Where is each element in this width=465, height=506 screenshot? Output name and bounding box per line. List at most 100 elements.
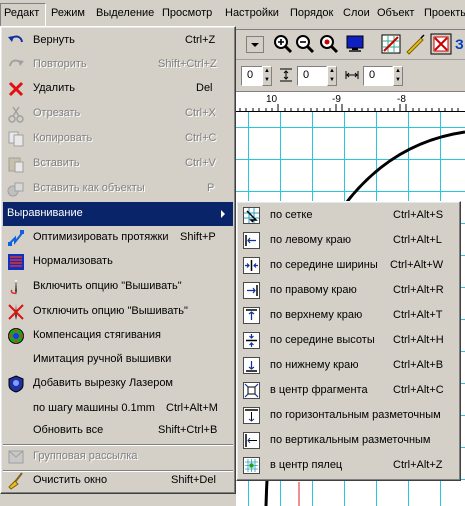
menu-item-label: Имитация ручной вышивки	[33, 353, 172, 365]
menu-item-paste-as-objects[interactable]: Вставить как объекты P	[3, 177, 233, 201]
menu-item-label: Компенсация стягивания	[33, 329, 161, 341]
align-item-center-width[interactable]: по середине ширины Ctrl+Alt+W	[239, 254, 458, 278]
spin-arrows-icon[interactable]: ▲ ▼	[327, 66, 337, 86]
menu-item-shortcut: Ctrl+Alt+M	[166, 402, 218, 414]
menu-object[interactable]: Объект	[377, 7, 414, 19]
menu-item-paste[interactable]: Вставить Ctrl+V	[3, 152, 233, 176]
menu-item-pull-compensation[interactable]: Компенсация стягивания	[3, 324, 233, 348]
menu-item-label: Вставить	[33, 157, 80, 169]
menu-mode[interactable]: Режим	[51, 7, 85, 19]
submenu-arrow-icon	[221, 210, 225, 218]
zoom-out-icon[interactable]	[294, 33, 316, 55]
field-value-2[interactable]: 0	[297, 66, 327, 86]
stitch-grid-icon[interactable]	[380, 33, 402, 55]
align-item-top[interactable]: по верхнему краю Ctrl+Alt+T	[239, 304, 458, 328]
needle-off-icon	[7, 303, 25, 321]
needle-on-icon	[7, 278, 25, 296]
menu-item-clear-window[interactable]: Очистить окно Shift+Del	[3, 469, 233, 493]
menu-settings[interactable]: Настройки	[225, 7, 279, 19]
spin-arrows-icon[interactable]: ▲ ▼	[393, 66, 403, 86]
menu-item-shortcut: Ctrl+V	[185, 157, 216, 169]
align-item-label: в центр фрагмента	[270, 384, 368, 396]
copy-icon	[7, 130, 25, 148]
align-item-label: по правому краю	[270, 284, 357, 296]
menu-item-shortcut: Ctrl+C	[185, 132, 217, 144]
line-spacing-icon	[278, 66, 294, 84]
menu-item-refresh-all[interactable]: Обновить все Shift+Ctrl+B	[3, 419, 233, 443]
ruler-label: -8	[397, 94, 406, 105]
menu-projects[interactable]: Проекты	[424, 7, 465, 19]
broom-icon	[7, 472, 25, 490]
menu-item-shortcut: Shift+P	[180, 231, 216, 243]
menu-item-copy[interactable]: Копировать Ctrl+C	[3, 127, 233, 151]
menu-item-shortcut: Ctrl+Z	[185, 34, 216, 46]
ruler-label: -9	[332, 94, 341, 105]
align-item-fragment-center[interactable]: в центр фрагмента Ctrl+Alt+C	[239, 379, 458, 403]
menu-layers[interactable]: Слои	[343, 7, 370, 19]
pull-compensation-icon	[7, 327, 25, 345]
align-item-shortcut: Ctrl+Alt+S	[393, 209, 444, 221]
menu-item-label: Нормализовать	[33, 255, 113, 267]
cut-icon	[7, 105, 25, 123]
optimize-jumps-icon	[7, 229, 25, 247]
menu-item-normalize[interactable]: Нормализовать	[3, 250, 233, 274]
align-item-label: по середине ширины	[270, 259, 378, 271]
align-item-label: по горизонтальным разметочным	[270, 409, 441, 421]
field-value-3[interactable]: 0	[363, 66, 393, 86]
menu-view[interactable]: Просмотр	[162, 7, 212, 19]
menu-item-cut[interactable]: Отрезать Ctrl+X	[3, 102, 233, 126]
menu-item-delete[interactable]: Удалить Del	[3, 77, 233, 101]
ruler-width-icon	[344, 66, 360, 84]
align-grid-icon	[243, 207, 260, 224]
zoom-fit-icon[interactable]	[318, 33, 340, 55]
align-item-right[interactable]: по правому краю Ctrl+Alt+R	[239, 279, 458, 303]
alignment-submenu: по сетке Ctrl+Alt+S по левому краю Ctrl+…	[236, 201, 461, 481]
menu-item-redo[interactable]: Повторить Shift+Ctrl+Z	[3, 53, 233, 77]
menu-item-shortcut: Ctrl+X	[185, 107, 216, 119]
menu-item-hand-embroidery[interactable]: Имитация ручной вышивки	[3, 348, 233, 372]
monitor-icon[interactable]	[344, 33, 366, 55]
toolbar-overflow-icon[interactable]: З	[454, 33, 465, 55]
menu-arrange[interactable]: Порядок	[290, 7, 333, 19]
menu-item-alignment[interactable]: Выравнивание	[3, 202, 233, 226]
menu-item-laser-cut[interactable]: Добавить вырезку Лазером	[3, 372, 233, 396]
align-item-label: по левому краю	[270, 234, 352, 246]
menu-item-label: Копировать	[33, 132, 93, 144]
zoom-in-icon[interactable]	[272, 33, 294, 55]
align-item-label: по вертикальным разметочным	[270, 434, 431, 446]
menu-item-disable-embroider[interactable]: Отключить опцию "Вышивать"	[3, 300, 233, 324]
align-item-grid[interactable]: по сетке Ctrl+Alt+S	[239, 204, 458, 228]
paste-icon	[7, 155, 25, 173]
menu-item-label: Вставить как объекты	[33, 182, 145, 194]
align-hoop-center-icon	[243, 457, 260, 474]
menu-edit[interactable]: Редакт	[4, 7, 39, 19]
ruler-label: 10	[266, 94, 278, 105]
dropdown-arrow-icon[interactable]	[246, 33, 264, 55]
align-item-bottom[interactable]: по нижнему краю Ctrl+Alt+B	[239, 354, 458, 378]
align-item-left[interactable]: по левому краю Ctrl+Alt+L	[239, 229, 458, 253]
align-item-shortcut: Ctrl+Alt+L	[393, 234, 442, 246]
spin-arrows-icon[interactable]: ▲ ▼	[262, 66, 272, 86]
menu-item-optimize-jumps[interactable]: Оптимизировать протяжки Shift+P	[3, 226, 233, 250]
align-item-label: по верхнему краю	[270, 309, 363, 321]
field-value-1[interactable]: 0	[241, 66, 263, 86]
menu-item-enable-embroider[interactable]: Включить опцию "Вышивать"	[3, 275, 233, 299]
menu-item-group-mailing[interactable]: Групповая рассылка	[3, 445, 233, 469]
crossed-frame-icon[interactable]	[430, 33, 452, 55]
align-item-hoop-center[interactable]: в центр пялец Ctrl+Alt+Z	[239, 454, 458, 478]
align-fragment-center-icon	[243, 382, 260, 399]
group-mailing-icon	[7, 448, 25, 466]
menu-selection[interactable]: Выделение	[96, 7, 154, 19]
align-item-center-height[interactable]: по середине высоты Ctrl+Alt+H	[239, 329, 458, 353]
needle-pen-icon[interactable]	[404, 33, 426, 55]
align-item-vertical-guides[interactable]: по вертикальным разметочным	[239, 429, 458, 453]
normalize-icon	[7, 253, 25, 271]
menu-item-machine-step[interactable]: по шагу машины 0.1mm Ctrl+Alt+M	[3, 397, 233, 421]
align-item-label: в центр пялец	[270, 459, 343, 471]
delete-icon	[7, 80, 25, 98]
menu-item-undo[interactable]: Вернуть Ctrl+Z	[3, 29, 233, 53]
menu-item-label: Обновить все	[33, 424, 104, 436]
menu-item-label: Удалить	[33, 82, 75, 94]
align-item-horizontal-guides[interactable]: по горизонтальным разметочным	[239, 404, 458, 428]
menu-item-label: Оптимизировать протяжки	[33, 231, 169, 243]
